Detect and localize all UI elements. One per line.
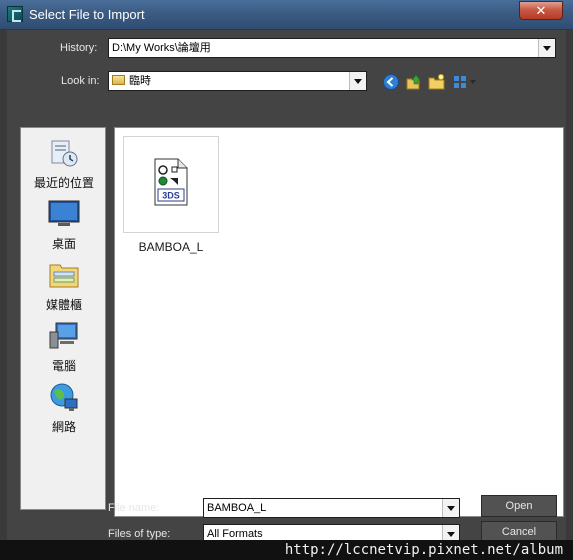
- desktop-icon: [48, 200, 80, 226]
- chevron-down-icon[interactable]: [442, 499, 459, 517]
- window-title: Select File to Import: [29, 7, 145, 22]
- place-libraries[interactable]: 媒體櫃: [21, 259, 107, 313]
- place-recent[interactable]: 最近的位置: [21, 137, 107, 191]
- look-in-value: 臨時: [129, 75, 151, 87]
- history-label: History:: [60, 42, 98, 54]
- back-icon[interactable]: [382, 73, 400, 91]
- open-button[interactable]: Open: [481, 495, 557, 517]
- place-label: 網路: [51, 420, 76, 434]
- watermark-text: http://lccnetvip.pixnet.net/album: [284, 542, 563, 558]
- file-type-value: All Formats: [207, 528, 263, 540]
- chevron-down-icon[interactable]: [538, 39, 555, 57]
- title-bar: Select File to Import ✕: [0, 0, 573, 30]
- file-thumbnail[interactable]: 3DS: [123, 136, 219, 233]
- file-type-label: Files of type:: [108, 528, 171, 540]
- place-label: 電腦: [51, 359, 76, 373]
- places-bar: 最近的位置 桌面 媒體櫃 電腦 網路: [20, 127, 106, 510]
- computer-icon: [49, 322, 78, 349]
- file-list[interactable]: 3DS BAMBOA_L: [114, 127, 564, 517]
- import-dialog: History: D:\My Works\論壇用 Look in: 臨時 最近的…: [7, 30, 566, 544]
- file-name-input[interactable]: BAMBOA_L: [203, 498, 460, 518]
- folder-icon: [112, 75, 125, 85]
- file-name-label: File name:: [108, 502, 160, 514]
- view-menu-icon[interactable]: [453, 73, 479, 91]
- 3ds-file-icon: 3DS: [154, 158, 188, 206]
- place-network[interactable]: 網路: [21, 381, 107, 435]
- recent-places-icon: [51, 140, 78, 167]
- file-name-value: BAMBOA_L: [207, 502, 267, 514]
- file-name-label: BAMBOA_L: [138, 240, 204, 254]
- network-icon: [50, 383, 78, 411]
- file-item[interactable]: 3DS BAMBOA_L: [123, 136, 219, 254]
- place-label: 最近的位置: [33, 176, 94, 190]
- place-label: 媒體櫃: [45, 298, 82, 312]
- history-value: D:\My Works\論壇用: [112, 42, 211, 54]
- libraries-icon: [49, 264, 79, 288]
- history-dropdown[interactable]: D:\My Works\論壇用: [108, 38, 556, 58]
- new-folder-icon[interactable]: [428, 73, 446, 91]
- app-icon: [7, 6, 23, 22]
- look-in-dropdown[interactable]: 臨時: [108, 71, 367, 91]
- watermark-band: http://lccnetvip.pixnet.net/album: [0, 540, 573, 560]
- close-button[interactable]: ✕: [519, 1, 563, 20]
- look-in-label: Look in:: [61, 75, 100, 87]
- place-desktop[interactable]: 桌面: [21, 198, 107, 252]
- chevron-down-icon[interactable]: [349, 72, 366, 90]
- up-folder-icon[interactable]: [405, 73, 423, 91]
- file-type-badge: 3DS: [162, 191, 180, 201]
- place-label: 桌面: [51, 237, 76, 251]
- place-computer[interactable]: 電腦: [21, 320, 107, 374]
